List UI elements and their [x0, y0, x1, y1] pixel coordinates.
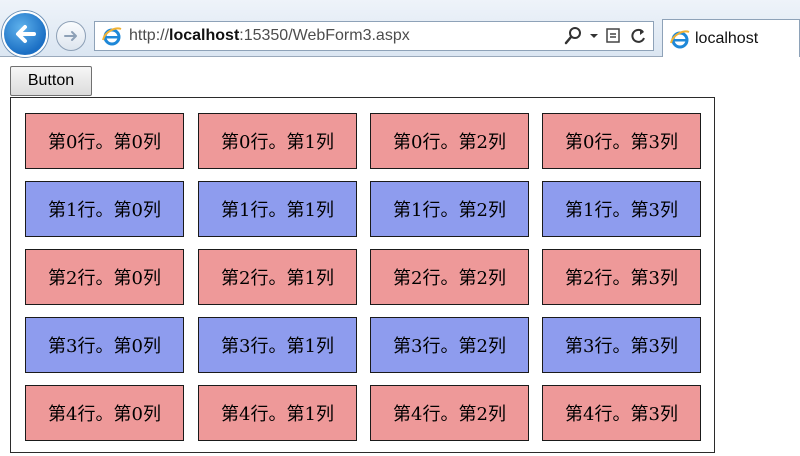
address-tools [563, 25, 647, 47]
back-button[interactable] [2, 11, 48, 57]
grid-cell: 第1行。第0列 [25, 181, 184, 237]
forward-button[interactable] [56, 21, 86, 51]
grid-cell: 第0行。第3列 [542, 113, 701, 169]
grid-cell: 第0行。第1列 [198, 113, 357, 169]
grid-cell: 第2行。第3列 [542, 249, 701, 305]
ie-logo-icon [102, 27, 122, 46]
grid-cell: 第0行。第0列 [25, 113, 184, 169]
browser-toolbar: http://localhost:15350/WebForm3.aspx loc… [0, 0, 800, 57]
grid-cell: 第1行。第2列 [370, 181, 529, 237]
url-host: localhost [169, 27, 240, 44]
arrow-right-icon [64, 31, 77, 41]
cell-grid: 第0行。第0列 第0行。第1列 第0行。第2列 第0行。第3列 第1行。第0列 第1行。第… [10, 97, 715, 453]
grid-cell: 第1行。第3列 [542, 181, 701, 237]
address-url[interactable]: http://localhost:15350/WebForm3.aspx [129, 27, 410, 45]
grid-cell: 第2行。第2列 [370, 249, 529, 305]
url-path: :15350/WebForm3.aspx [239, 27, 410, 44]
grid-cell: 第3行。第2列 [370, 317, 529, 373]
grid-cell: 第1行。第1列 [198, 181, 357, 237]
refresh-icon[interactable] [629, 26, 647, 46]
grid-cell: 第4行。第3列 [542, 385, 701, 441]
grid-cell: 第4行。第1列 [198, 385, 357, 441]
grid-cell: 第3行。第1列 [198, 317, 357, 373]
grid-cell: 第2行。第0列 [25, 249, 184, 305]
grid-cell: 第2行。第1列 [198, 249, 357, 305]
arrow-left-icon [16, 25, 36, 43]
address-bar[interactable]: http://localhost:15350/WebForm3.aspx [94, 21, 654, 51]
button[interactable]: Button [10, 66, 92, 96]
compatibility-view-icon[interactable] [605, 26, 623, 46]
grid-cell: 第3行。第3列 [542, 317, 701, 373]
url-prefix: http:// [129, 27, 170, 44]
grid-cell: 第0行。第2列 [370, 113, 529, 169]
dropdown-arrow-icon[interactable] [589, 26, 599, 46]
tab-title: localhost [695, 29, 759, 47]
browser-tab[interactable]: localhost [662, 19, 800, 57]
grid-cell: 第3行。第0列 [25, 317, 184, 373]
grid-cell: 第4行。第0列 [25, 385, 184, 441]
grid-cell: 第4行。第2列 [370, 385, 529, 441]
search-icon[interactable] [563, 26, 583, 46]
tab-ie-logo-icon [670, 30, 690, 48]
